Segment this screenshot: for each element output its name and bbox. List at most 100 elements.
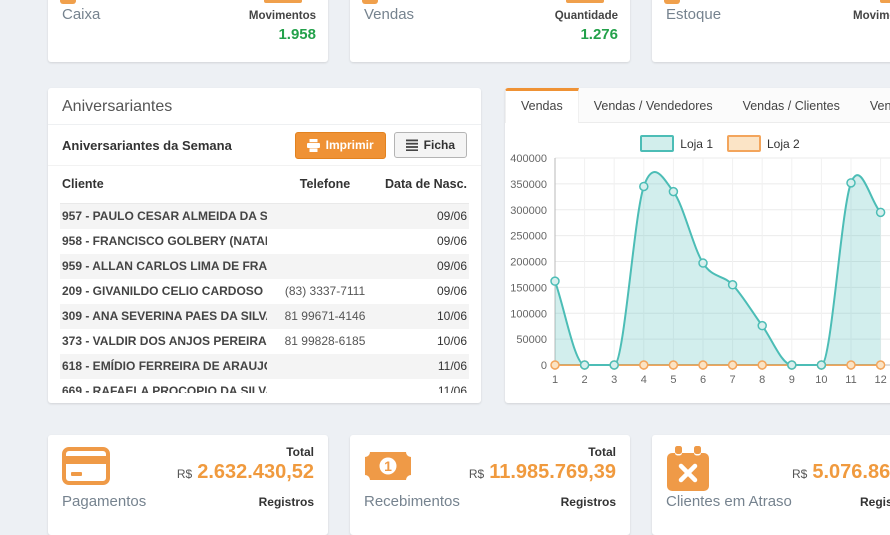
total-value: R$ 11.985.769,39 xyxy=(469,461,616,484)
legend-label: Loja 2 xyxy=(767,137,800,151)
card-label: Vendas xyxy=(364,6,414,23)
cell-cliente: 373 - VALDIR DOS ANJOS PEREIRA (AN... xyxy=(60,329,267,354)
stat-label: Movimentos xyxy=(853,10,890,22)
svg-text:50000: 50000 xyxy=(516,334,547,346)
cell-nascimento: 11/06 xyxy=(383,354,469,379)
chart-canvas[interactable]: 0 50000 100000 150000 200000 250000 300000 3500… xyxy=(505,150,890,400)
cell-cliente: 959 - ALLAN CARLOS LIMA DE FRANÇA xyxy=(60,254,267,279)
metric-card-estoque[interactable]: Estoque Movimentos xyxy=(652,0,890,62)
currency-prefix: R$ xyxy=(469,467,484,481)
cell-cliente: 309 - ANA SEVERINA PAES DA SILVA xyxy=(60,304,267,329)
cell-telefone: (83) 3337-7111 xyxy=(267,279,383,304)
cell-cliente: 669 - RAFAELA PROCOPIO DA SILVA CA... xyxy=(60,379,267,393)
cell-telefone xyxy=(267,254,383,279)
tab-vendas-produtos[interactable]: Vendas / Produtos xyxy=(855,88,890,122)
table-row[interactable]: 669 - RAFAELA PROCOPIO DA SILVA CA... 11/… xyxy=(60,379,469,393)
birthday-table-body: 957 - PAULO CESAR ALMEIDA DA SILVA09/069… xyxy=(60,204,469,394)
cell-telefone xyxy=(267,229,383,254)
stat-value: 1.276 xyxy=(580,26,618,43)
table-row[interactable]: 957 - PAULO CESAR ALMEIDA DA SILVA09/06 xyxy=(60,204,469,230)
cutoff-card-icon xyxy=(362,0,378,4)
birthday-table: Cliente Telefone Data de Nasc. 957 - PAU… xyxy=(60,166,469,393)
stat-label: Movimentos xyxy=(249,10,316,22)
table-row[interactable]: 959 - ALLAN CARLOS LIMA DE FRANÇA09/06 xyxy=(60,254,469,279)
ficha-button[interactable]: Ficha xyxy=(394,132,467,158)
card-label: Caixa xyxy=(62,6,100,23)
cell-nascimento: 09/06 xyxy=(383,229,469,254)
column-header-cliente: Cliente xyxy=(60,166,267,204)
money-bill-icon: 1 xyxy=(364,446,412,486)
stat-label: Quantidade xyxy=(555,10,618,22)
card-label: Estoque xyxy=(666,6,721,23)
panel-title: Aniversariantes xyxy=(62,98,172,115)
svg-text:11: 11 xyxy=(845,374,856,386)
panel-vendas-charts: Vendas Vendas / Vendedores Vendas / Clie… xyxy=(505,88,890,403)
svg-text:300000: 300000 xyxy=(510,205,547,217)
cell-nascimento: 10/06 xyxy=(383,304,469,329)
toolbar-label: Aniversariantes da Semana xyxy=(62,138,295,153)
chart-area: 0 50000 100000 150000 200000 250000 300000 3500… xyxy=(505,150,890,403)
svg-text:12: 12 xyxy=(874,374,886,386)
svg-text:1: 1 xyxy=(384,458,392,474)
registros-label: Registros xyxy=(561,495,616,509)
metric-card-caixa[interactable]: Caixa Movimentos 1.958 xyxy=(48,0,328,62)
svg-text:10: 10 xyxy=(815,374,827,386)
print-button-label: Imprimir xyxy=(326,139,374,151)
svg-text:200000: 200000 xyxy=(510,257,547,269)
cell-telefone: 81 99828-6185 xyxy=(267,329,383,354)
svg-text:7: 7 xyxy=(730,374,736,386)
svg-text:8: 8 xyxy=(759,374,765,386)
panel-header: Aniversariantes xyxy=(48,88,481,125)
aniversariantes-toolbar: Aniversariantes da Semana Imprimir Ficha xyxy=(48,125,481,166)
table-row[interactable]: 618 - EMÍDIO FERREIRA DE ARAUJO (P...11/… xyxy=(60,354,469,379)
svg-text:150000: 150000 xyxy=(510,282,547,294)
cell-cliente: 958 - FRANCISCO GOLBERY (NATAL - RN) xyxy=(60,229,267,254)
registros-label: Registros xyxy=(259,495,314,509)
svg-text:250000: 250000 xyxy=(510,231,547,243)
stat-value: 1.958 xyxy=(278,26,316,43)
metric-card-vendas[interactable]: Vendas Quantidade 1.276 xyxy=(350,0,630,62)
cell-nascimento: 11/06 xyxy=(383,379,469,393)
svg-text:4: 4 xyxy=(641,374,647,386)
cutoff-card-icon xyxy=(60,0,76,4)
table-row[interactable]: 373 - VALDIR DOS ANJOS PEREIRA (AN...81 … xyxy=(60,329,469,354)
table-row[interactable]: 309 - ANA SEVERINA PAES DA SILVA81 99671… xyxy=(60,304,469,329)
cutoff-card-icon xyxy=(664,0,680,4)
total-label: Total xyxy=(588,445,616,459)
total-amount: 11.985.769,39 xyxy=(489,461,616,484)
svg-text:3: 3 xyxy=(611,374,617,386)
total-value: R$ 5.076.869 xyxy=(792,461,890,484)
cell-nascimento: 09/06 xyxy=(383,204,469,230)
card-label: Pagamentos xyxy=(62,493,146,510)
currency-prefix: R$ xyxy=(792,467,807,481)
cutoff-card-value xyxy=(264,0,302,3)
table-row[interactable]: 958 - FRANCISCO GOLBERY (NATAL - RN) 09/0… xyxy=(60,229,469,254)
svg-text:0: 0 xyxy=(541,360,547,372)
svg-text:1: 1 xyxy=(552,374,558,386)
table-row[interactable]: 209 - GIVANILDO CELIO CARDOSO DE ...(83)… xyxy=(60,279,469,304)
cell-nascimento: 09/06 xyxy=(383,279,469,304)
cutoff-card-value xyxy=(566,0,604,3)
total-amount: 5.076.869 xyxy=(812,461,890,484)
tab-vendas[interactable]: Vendas xyxy=(505,88,579,123)
list-icon xyxy=(406,139,418,151)
svg-text:100000: 100000 xyxy=(510,308,547,320)
tab-vendas-vendedores[interactable]: Vendas / Vendedores xyxy=(579,88,728,122)
tab-vendas-clientes[interactable]: Vendas / Clientes xyxy=(728,88,855,122)
svg-text:9: 9 xyxy=(789,374,795,386)
print-button[interactable]: Imprimir xyxy=(295,132,386,159)
svg-text:6: 6 xyxy=(700,374,706,386)
svg-text:350000: 350000 xyxy=(510,179,547,191)
credit-card-icon xyxy=(62,446,110,486)
svg-text:2: 2 xyxy=(582,374,588,386)
summary-card-clientes-em-atraso[interactable]: Clientes em Atraso R$ 5.076.869 Registro… xyxy=(652,435,890,535)
column-header-telefone: Telefone xyxy=(267,166,383,204)
table-header-row: Cliente Telefone Data de Nasc. xyxy=(60,166,469,204)
cell-telefone xyxy=(267,379,383,393)
total-amount: 2.632.430,52 xyxy=(197,461,314,484)
summary-card-recebimentos[interactable]: 1 Recebimentos Total R$ 11.985.769,39 Re… xyxy=(350,435,630,535)
currency-prefix: R$ xyxy=(177,467,192,481)
printer-icon xyxy=(307,139,320,152)
calendar-x-icon xyxy=(666,446,710,492)
summary-card-pagamentos[interactable]: Pagamentos Total R$ 2.632.430,52 Registr… xyxy=(48,435,328,535)
